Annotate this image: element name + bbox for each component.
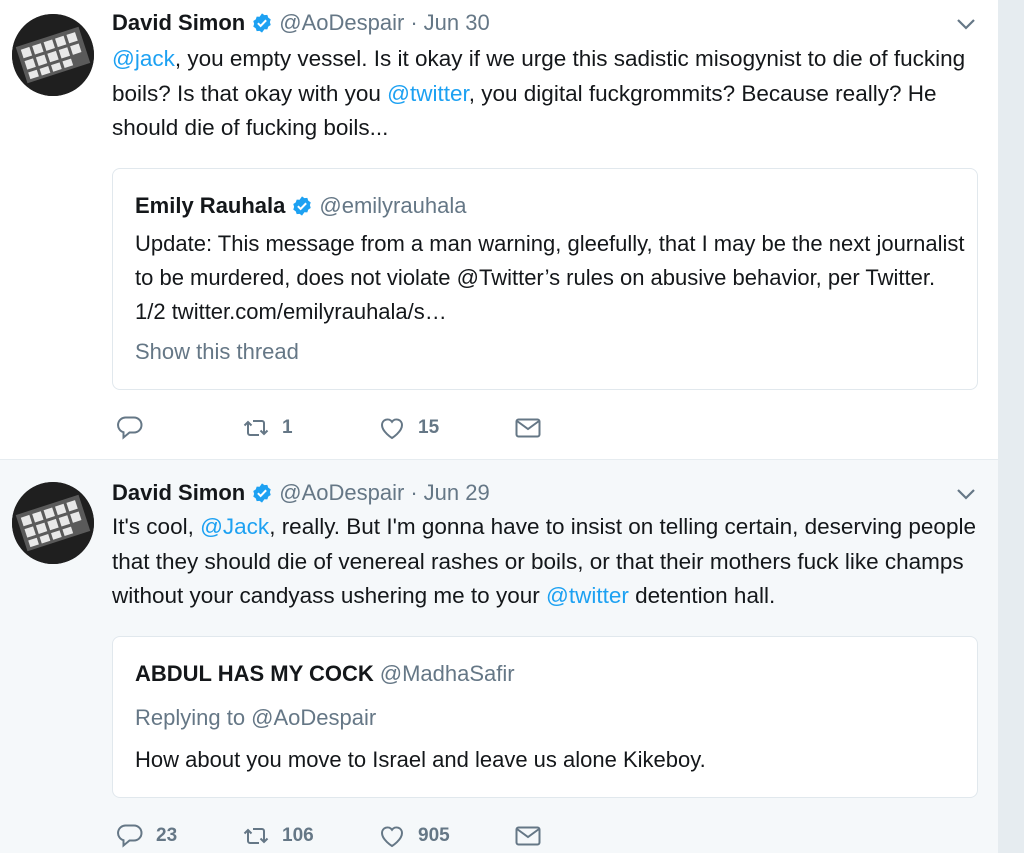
separator: ·: [410, 480, 418, 505]
quote-author-handle: @MadhaSafir: [379, 661, 515, 686]
quote-text: How about you move to Israel and leave u…: [135, 747, 706, 772]
quote-author-name: ABDUL HAS MY COCK: [135, 661, 374, 686]
chevron-down-icon[interactable]: [954, 482, 978, 506]
like-button[interactable]: 15: [378, 414, 514, 442]
tweet-text-part: detention hall.: [628, 583, 776, 608]
tweet-header: David Simon @AoDespair · Jun 30: [112, 10, 978, 36]
separator: ·: [410, 10, 418, 35]
mention-link[interactable]: @jack: [112, 46, 175, 71]
tweet-feed: David Simon @AoDespair · Jun 30 @jack, y…: [0, 0, 998, 853]
like-count: 15: [418, 417, 440, 438]
author-name[interactable]: David Simon: [112, 10, 245, 36]
reply-icon: [117, 824, 143, 848]
quote-header: ABDUL HAS MY COCK @MadhaSafir: [135, 661, 515, 687]
author-handle[interactable]: @AoDespair: [279, 480, 404, 506]
retweet-icon: [243, 420, 269, 436]
tweet-text: @jack, you empty vessel. Is it okay if w…: [112, 42, 982, 146]
tweet-date[interactable]: Jun 29: [424, 480, 490, 506]
tweet-date[interactable]: Jun 30: [424, 10, 490, 36]
retweet-button[interactable]: 106: [242, 822, 378, 850]
verified-badge-icon: [291, 195, 313, 217]
reply-button[interactable]: [116, 414, 242, 442]
replying-to-text: Replying to @AoDespair: [135, 705, 377, 730]
tweet-text-part: It's cool,: [112, 514, 201, 539]
envelope-icon: [515, 418, 541, 438]
quote-text: Update: This message from a man warning,…: [135, 231, 965, 324]
tweet-actions: 23 106 905: [116, 822, 542, 850]
retweet-count: 106: [282, 825, 314, 846]
quote-author-name: Emily Rauhala: [135, 193, 286, 218]
author-name[interactable]: David Simon: [112, 480, 245, 506]
chevron-down-icon[interactable]: [954, 12, 978, 36]
verified-badge-icon: [251, 482, 273, 504]
reply-count: 23: [156, 825, 178, 846]
reply-icon: [117, 416, 143, 440]
like-count: 905: [418, 825, 450, 846]
retweet-icon: [243, 828, 269, 844]
retweet-count: 1: [282, 417, 293, 438]
like-button[interactable]: 905: [378, 822, 514, 850]
quoted-tweet[interactable]: ABDUL HAS MY COCK @MadhaSafir Replying t…: [112, 636, 978, 798]
scrollbar[interactable]: [998, 0, 1024, 853]
mention-link[interactable]: @Jack: [200, 514, 269, 539]
mention-link[interactable]: @twitter: [546, 583, 629, 608]
tweet[interactable]: David Simon @AoDespair · Jun 29 It's coo…: [0, 460, 998, 853]
quote-header: Emily Rauhala @emilyrauhala: [135, 193, 466, 219]
author-handle[interactable]: @AoDespair: [279, 10, 404, 36]
tweet-text: It's cool, @Jack, really. But I'm gonna …: [112, 510, 982, 614]
tweet-actions: 1 15: [116, 414, 542, 442]
mention-link[interactable]: @twitter: [387, 81, 469, 106]
heart-icon: [380, 418, 404, 440]
heart-icon: [380, 826, 404, 848]
show-thread-link[interactable]: Show this thread: [135, 339, 299, 365]
quote-author-handle: @emilyrauhala: [319, 193, 467, 218]
retweet-button[interactable]: 1: [242, 414, 378, 442]
avatar[interactable]: [12, 482, 94, 564]
quoted-tweet[interactable]: Emily Rauhala @emilyrauhala Update: This…: [112, 168, 978, 390]
reply-button[interactable]: 23: [116, 822, 242, 850]
direct-message-button[interactable]: [514, 822, 542, 850]
tweet[interactable]: David Simon @AoDespair · Jun 30 @jack, y…: [0, 0, 998, 460]
envelope-icon: [515, 826, 541, 846]
tweet-header: David Simon @AoDespair · Jun 29: [112, 480, 978, 506]
verified-badge-icon: [251, 12, 273, 34]
direct-message-button[interactable]: [514, 414, 542, 442]
avatar[interactable]: [12, 14, 94, 96]
